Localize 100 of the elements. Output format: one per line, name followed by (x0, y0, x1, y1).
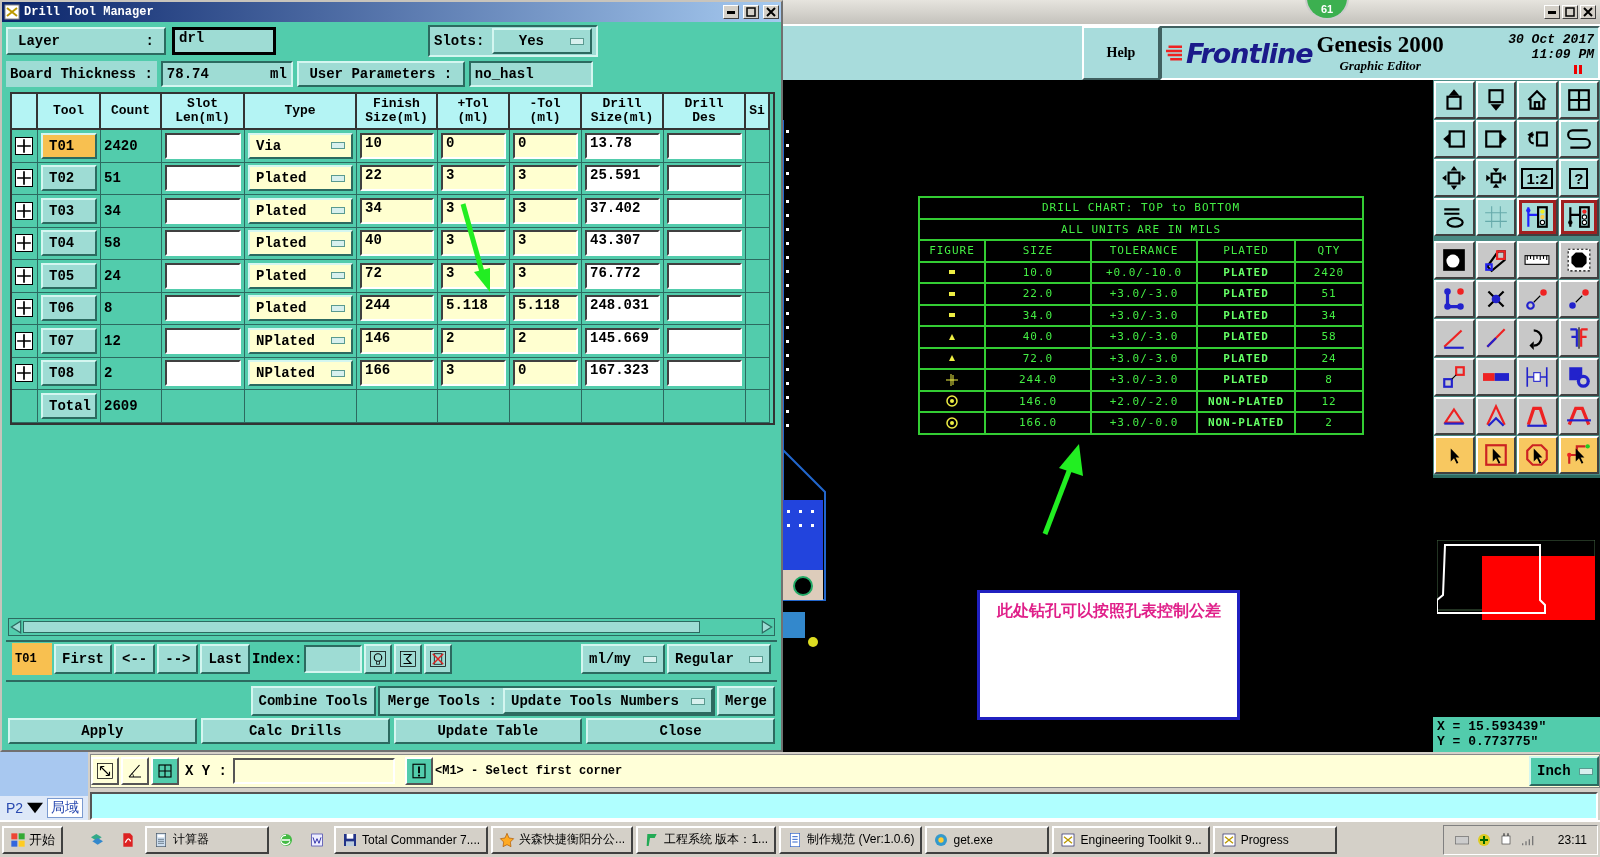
drill-size-field[interactable]: 13.78 (585, 132, 660, 159)
close-button[interactable] (1580, 5, 1596, 19)
toolbar-button[interactable] (1475, 120, 1516, 158)
type-dropdown[interactable]: Plated (248, 230, 353, 257)
toolbar-button[interactable] (1517, 241, 1558, 279)
toolbar-button[interactable] (1475, 81, 1516, 119)
maximize-button[interactable] (743, 5, 759, 19)
layer-button[interactable]: Layer : (6, 27, 166, 55)
drill-size-field[interactable]: 248.031 (585, 295, 660, 322)
merge-option-dropdown[interactable]: Update Tools Numbers (503, 688, 713, 714)
expand-button[interactable] (15, 364, 33, 383)
type-dropdown[interactable]: NPlated (248, 360, 353, 387)
bulb-button[interactable] (364, 644, 393, 674)
alert-button[interactable] (405, 757, 433, 785)
drill-size-field[interactable]: 76.772 (585, 262, 660, 289)
toolbar-button[interactable] (1475, 280, 1516, 318)
toolbar-button[interactable] (1434, 159, 1475, 197)
navigation-button[interactable]: --> (157, 644, 199, 674)
drill-size-field[interactable]: 145.669 (585, 327, 660, 354)
navigation-button[interactable]: <-- (114, 644, 156, 674)
taskbar-button[interactable]: 兴森快捷衡阳分公... (491, 825, 634, 854)
merge-button[interactable]: Merge (717, 686, 775, 716)
xy-input-field[interactable] (233, 758, 395, 784)
toolbar-button[interactable] (1434, 120, 1475, 158)
tool-button[interactable]: T03 (41, 197, 97, 224)
combine-tools-button[interactable]: Combine Tools (250, 686, 376, 716)
toolbar-button[interactable] (1434, 319, 1475, 357)
slot-length-field[interactable] (165, 327, 241, 354)
finish-size-field[interactable]: 244 (360, 295, 434, 322)
toolbar-button[interactable] (1434, 436, 1475, 474)
units-dropdown[interactable]: ml/my (581, 644, 665, 674)
slot-length-field[interactable] (165, 295, 241, 322)
drill-description-field[interactable] (667, 360, 742, 387)
help-button[interactable]: Help (1082, 26, 1160, 80)
toolbar-button[interactable] (1517, 120, 1558, 158)
navigation-button[interactable]: Last (200, 644, 251, 674)
taskbar-button[interactable]: Progress (1212, 825, 1337, 854)
action-button[interactable]: Close (586, 718, 775, 744)
toolbar-button[interactable] (1517, 436, 1558, 474)
minus-tolerance-field[interactable]: 5.118 (513, 295, 578, 322)
plus-tolerance-field[interactable]: 0 (441, 132, 506, 159)
toolbar-button[interactable] (1517, 198, 1558, 236)
toolbar-button[interactable] (1517, 358, 1558, 396)
drill-description-field[interactable] (667, 132, 742, 159)
angle-button[interactable] (121, 757, 149, 785)
resize-button[interactable] (91, 757, 119, 785)
board-thickness-field[interactable]: 78.74 ml (160, 61, 293, 87)
finish-size-field[interactable]: 166 (360, 360, 434, 387)
taskbar-button[interactable]: get.exe (925, 825, 1050, 854)
user-parameters-button[interactable]: User Parameters : (296, 61, 465, 87)
expand-button[interactable] (15, 299, 33, 318)
toolbar-button[interactable] (1434, 358, 1475, 396)
finish-size-field[interactable]: 40 (360, 230, 434, 257)
plus-tolerance-field[interactable]: 5.118 (441, 295, 506, 322)
navigation-button[interactable]: First (54, 644, 112, 674)
toolbar-button[interactable] (1517, 81, 1558, 119)
toolbar-button[interactable] (1475, 436, 1516, 474)
minus-tolerance-field[interactable]: 3 (513, 262, 578, 289)
drill-description-field[interactable] (667, 327, 742, 354)
toolbar-button[interactable] (1434, 280, 1475, 318)
minus-tolerance-field[interactable]: 3 (513, 230, 578, 257)
toolbar-button[interactable] (1517, 319, 1558, 357)
finish-size-field[interactable]: 72 (360, 262, 434, 289)
start-button[interactable]: 开始 (2, 825, 63, 854)
toolbar-button[interactable] (1475, 159, 1516, 197)
type-dropdown[interactable]: Plated (248, 262, 353, 289)
drill-size-field[interactable]: 167.323 (585, 360, 660, 387)
action-button[interactable]: Calc Drills (200, 718, 390, 744)
command-input-field[interactable] (90, 792, 1598, 820)
mode-dropdown[interactable]: Regular (667, 644, 771, 674)
finish-size-field[interactable]: 22 (360, 165, 434, 192)
slot-length-field[interactable] (165, 360, 241, 387)
tool-button[interactable]: T05 (41, 262, 97, 289)
toolbar-button[interactable] (1475, 198, 1516, 236)
type-dropdown[interactable]: NPlated (248, 327, 353, 354)
toolbar-button[interactable] (1475, 241, 1516, 279)
horizontal-scrollbar[interactable] (8, 618, 775, 636)
toolbar-button[interactable] (1517, 397, 1558, 435)
drill-size-field[interactable]: 25.591 (585, 165, 660, 192)
expand-button[interactable] (15, 201, 33, 220)
drill-description-field[interactable] (667, 165, 742, 192)
plus-tolerance-field[interactable]: 3 (441, 197, 506, 224)
plus-tolerance-field[interactable]: 3 (441, 165, 506, 192)
total-button[interactable]: Total (41, 392, 97, 419)
toolbar-button[interactable] (1475, 358, 1516, 396)
drill-description-field[interactable] (667, 262, 742, 289)
drill-size-field[interactable]: 43.307 (585, 230, 660, 257)
maximize-button[interactable] (1562, 5, 1578, 19)
slot-length-field[interactable] (165, 197, 241, 224)
taskbar-button[interactable]: 计算器 (145, 825, 269, 854)
taskbar-button[interactable]: Total Commander 7.... (334, 825, 489, 854)
minimize-button[interactable] (1544, 5, 1560, 19)
type-dropdown[interactable]: Plated (248, 197, 353, 224)
delete-button[interactable] (424, 644, 453, 674)
toolbar-button[interactable] (1558, 358, 1599, 396)
toolbar-button[interactable] (1558, 397, 1599, 435)
toolbar-button[interactable] (1558, 280, 1599, 318)
toolbar-button[interactable] (1517, 280, 1558, 318)
tool-button[interactable]: T02 (41, 165, 97, 192)
drill-description-field[interactable] (667, 230, 742, 257)
